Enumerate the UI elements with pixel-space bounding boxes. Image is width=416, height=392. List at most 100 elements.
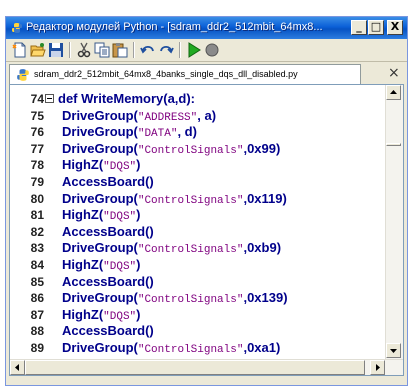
code-line[interactable]: 74 def WriteMemory(a,d):: [10, 91, 390, 108]
redo-icon[interactable]: [158, 42, 174, 58]
line-number: 82: [30, 224, 44, 239]
maximize-button[interactable]: □: [368, 20, 384, 35]
line-number: 83: [30, 241, 44, 256]
string-token: "ADDRESS": [137, 111, 198, 124]
code-token: AccessBoard(): [62, 174, 154, 189]
string-token: "ControlSignals": [137, 244, 244, 257]
new-file-icon[interactable]: [12, 42, 28, 58]
close-button[interactable]: X: [387, 20, 403, 35]
code-text: def WriteMemory(a,d):: [58, 91, 195, 106]
code-token: DriveGroup(: [62, 190, 138, 206]
python-app-icon: [12, 23, 22, 33]
code-line[interactable]: 84 HighZ("DQS"): [10, 257, 390, 274]
code-token: ): [136, 257, 141, 272]
code-text: AccessBoard(): [62, 323, 154, 338]
code-line[interactable]: 85 AccessBoard(): [10, 274, 390, 291]
code-line[interactable]: 83 DriveGroup("ControlSignals",0xb9): [10, 240, 390, 257]
code-line[interactable]: 87 HighZ("DQS"): [10, 307, 390, 324]
code-line[interactable]: 76 DriveGroup("DATA", d): [10, 124, 390, 141]
string-token: "DATA": [137, 128, 178, 141]
code-text: HighZ("DQS"): [62, 207, 141, 223]
code-token: ,0x99): [243, 140, 281, 156]
code-line[interactable]: 79 AccessBoard(): [10, 174, 390, 191]
toolbar-separator: [133, 42, 134, 58]
window-title: Редактор модулей Python - [sdram_ddr2_51…: [26, 21, 323, 33]
cut-icon[interactable]: [76, 42, 92, 58]
python-module-editor-window: Редактор модулей Python - [sdram_ddr2_51…: [5, 16, 408, 386]
code-token: ,0xb9): [243, 240, 282, 256]
minimize-button[interactable]: _: [351, 20, 367, 35]
code-text: DriveGroup("ControlSignals",0x139): [62, 290, 288, 306]
code-token: HighZ(: [62, 257, 104, 272]
tab-close-button[interactable]: ×: [388, 65, 400, 81]
run-icon[interactable]: [186, 42, 202, 58]
code-token: HighZ(: [62, 157, 104, 173]
code-token: DriveGroup(: [62, 107, 138, 123]
line-number: 79: [30, 175, 44, 189]
code-editor[interactable]: 74 def WriteMemory(a,d): 75 DriveGroup("ADD…: [9, 84, 404, 376]
scroll-down-button[interactable]: [386, 343, 401, 358]
python-file-icon: [17, 69, 29, 81]
code-token: ,0xa1): [243, 340, 281, 355]
code-token: DriveGroup(: [62, 290, 138, 306]
code-text: DriveGroup("ControlSignals",0xb9): [62, 240, 281, 256]
code-token: AccessBoard(): [62, 223, 154, 239]
keyword-token: def: [58, 91, 82, 106]
stop-icon[interactable]: [204, 42, 220, 58]
save-icon[interactable]: [48, 42, 64, 58]
code-line[interactable]: 86 DriveGroup("ControlSignals",0x139): [10, 290, 390, 307]
code-token: HighZ(: [62, 207, 104, 223]
toolbar: [6, 39, 407, 62]
line-number: 85: [30, 274, 44, 289]
code-token: , a): [197, 107, 217, 123]
title-bar[interactable]: Редактор модулей Python - [sdram_ddr2_51…: [6, 17, 407, 39]
code-line[interactable]: 81 HighZ("DQS"): [10, 207, 390, 224]
scroll-right-button[interactable]: [370, 360, 385, 375]
line-number: 86: [30, 291, 44, 306]
code-text: DriveGroup("ControlSignals",0xa1): [62, 340, 280, 356]
scroll-left-button[interactable]: [10, 360, 25, 375]
line-number: 84: [30, 258, 44, 272]
code-text: DriveGroup("ControlSignals",0x119): [62, 191, 287, 207]
line-number: 74: [30, 92, 44, 106]
string-token: "ControlSignals": [137, 344, 244, 356]
vertical-scrollbar[interactable]: [385, 85, 403, 360]
vertical-scroll-thumb[interactable]: [386, 143, 401, 146]
string-token: "ControlSignals": [137, 294, 244, 307]
code-text: HighZ("DQS"): [62, 307, 141, 323]
string-token: "DQS": [103, 211, 137, 224]
tab-label: sdram_ddr2_512mbit_64mx8_4banks_single_d…: [34, 69, 298, 79]
tab-bar: sdram_ddr2_512mbit_64mx8_4banks_single_d…: [6, 62, 407, 84]
scroll-up-button[interactable]: [386, 85, 401, 100]
horizontal-scroll-thumb[interactable]: [25, 360, 365, 375]
open-folder-icon[interactable]: [30, 42, 46, 58]
code-line[interactable]: 88 AccessBoard(): [10, 323, 390, 340]
code-token: ,0x119): [243, 190, 287, 206]
string-token: "ControlSignals": [137, 144, 244, 157]
code-line[interactable]: 78 HighZ("DQS"): [10, 157, 390, 174]
screenshot-frame: Редактор модулей Python - [sdram_ddr2_51…: [0, 0, 416, 392]
code-token: DriveGroup(: [62, 340, 138, 355]
tab-sdram-file[interactable]: sdram_ddr2_512mbit_64mx8_4banks_single_d…: [9, 64, 361, 84]
copy-icon[interactable]: [94, 42, 110, 58]
code-line[interactable]: 82 AccessBoard(): [10, 224, 390, 241]
arrow-up-icon: [390, 90, 397, 94]
code-line[interactable]: 75 DriveGroup("ADDRESS", a): [10, 108, 390, 125]
horizontal-scrollbar[interactable]: [10, 359, 403, 375]
fold-toggle-icon[interactable]: [45, 94, 54, 103]
paste-icon[interactable]: [112, 42, 128, 58]
string-token: "ControlSignals": [137, 194, 244, 207]
code-token: DriveGroup(: [62, 240, 138, 256]
line-number: 80: [30, 191, 44, 206]
code-line[interactable]: 89 DriveGroup("ControlSignals",0xa1): [10, 340, 390, 357]
line-number: 77: [30, 141, 44, 156]
undo-icon[interactable]: [140, 42, 156, 58]
string-token: "DQS": [103, 161, 137, 174]
code-line[interactable]: 77 DriveGroup("ControlSignals",0x99): [10, 141, 390, 158]
line-number: 75: [30, 108, 44, 123]
code-line[interactable]: 80 DriveGroup("ControlSignals",0x119): [10, 191, 390, 208]
code-token: ): [136, 157, 141, 173]
line-number: 76: [30, 125, 44, 140]
code-text: DriveGroup("DATA", d): [62, 124, 197, 140]
code-token: ,0x139): [243, 290, 288, 306]
